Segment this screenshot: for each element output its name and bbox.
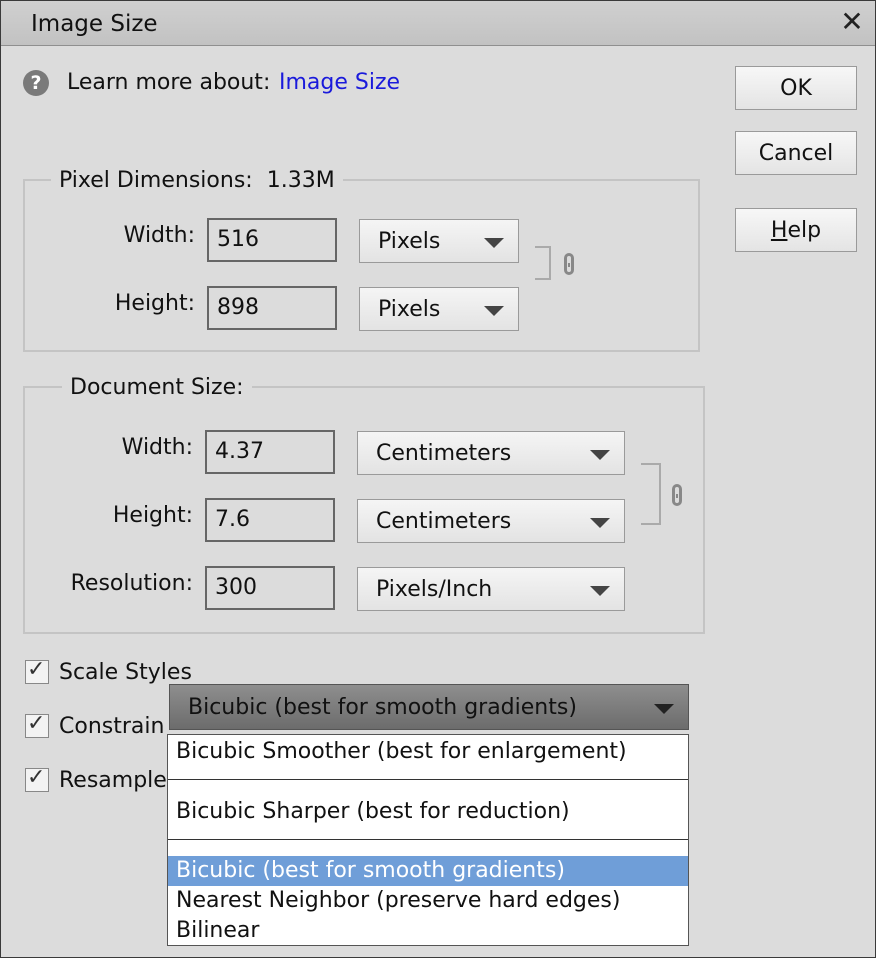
cancel-button[interactable]: Cancel [735,131,857,175]
pixel-height-field[interactable]: 898 [207,286,337,330]
document-width-unit: Centimeters [376,441,512,466]
resample-method-dropdown: Bicubic Smoother (best for enlargement) … [167,734,689,946]
chevron-down-icon [654,704,674,714]
resample-label: Resample [59,768,167,793]
document-size-label: Document Size: [62,375,252,400]
chevron-down-icon [590,518,610,528]
pixel-height-label: Height: [114,291,195,316]
chevron-down-icon [484,238,504,248]
option-bicubic[interactable]: Bicubic (best for smooth gradients) [168,856,688,886]
document-width-unit-select[interactable]: Centimeters [357,431,625,475]
option-bicubic-sharper[interactable]: Bicubic Sharper (best for reduction) [168,797,688,827]
document-width-label: Width: [121,435,193,460]
learn-more-link[interactable]: Image Size [279,70,400,95]
chain-link-icon [672,484,682,506]
constrain-checkbox[interactable]: ✓ [25,711,49,738]
document-constrain-bracket [641,463,661,525]
option-nearest-neighbor[interactable]: Nearest Neighbor (preserve hard edges) [168,886,688,916]
resolution-label: Resolution: [70,571,193,596]
pixel-dimensions-title: Pixel Dimensions: [59,168,253,193]
pixel-height-unit-select[interactable]: Pixels [359,287,519,331]
option-bilinear[interactable]: Bilinear [168,916,688,946]
image-size-dialog: Image Size ✕ ? Learn more about: Image S… [0,0,876,958]
help-button[interactable]: Help [735,208,857,252]
document-height-unit: Centimeters [376,509,512,534]
pixel-height-unit: Pixels [378,297,441,322]
resample-method-selected: Bicubic (best for smooth gradients) [188,695,577,720]
close-icon[interactable]: ✕ [839,7,865,37]
constrain-label: Constrain [59,714,165,739]
document-width-field[interactable]: 4.37 [205,430,335,474]
pixel-dimensions-label: Pixel Dimensions: 1.33M [51,168,343,193]
resolution-unit-select[interactable]: Pixels/Inch [357,567,625,611]
resolution-unit: Pixels/Inch [376,577,493,602]
resample-checkbox[interactable]: ✓ [25,765,49,792]
scale-styles-label: Scale Styles [59,660,192,685]
document-height-unit-select[interactable]: Centimeters [357,499,625,543]
dropdown-separator [168,839,688,840]
scale-styles-checkbox[interactable]: ✓ [25,657,49,684]
help-question-icon: ? [23,70,49,96]
checkmark-icon: ✓ [27,657,46,682]
document-height-label: Height: [112,503,193,528]
checkmark-icon: ✓ [27,765,46,790]
document-height-field[interactable]: 7.6 [205,498,335,542]
chevron-down-icon [590,450,610,460]
chevron-down-icon [484,306,504,316]
pixel-width-field[interactable]: 516 [207,218,337,262]
pixel-width-label: Width: [123,223,195,248]
option-bicubic-smoother[interactable]: Bicubic Smoother (best for enlargement) [168,737,688,767]
pixel-width-unit: Pixels [378,229,441,254]
resolution-field[interactable]: 300 [205,566,335,610]
checkmark-icon: ✓ [27,711,46,736]
chain-link-icon [564,253,574,275]
chevron-down-icon [590,586,610,596]
window-title: Image Size [31,11,158,37]
learn-more-text: Learn more about: [67,70,271,95]
pixel-width-unit-select[interactable]: Pixels [359,219,519,263]
pixel-dimensions-size: 1.33M [266,168,335,193]
dropdown-separator [168,779,688,780]
ok-button[interactable]: OK [735,66,857,110]
help-button-label: Help [770,218,822,243]
resample-method-select[interactable]: Bicubic (best for smooth gradients) [169,684,689,730]
pixel-constrain-bracket [535,246,551,280]
title-bar: Image Size ✕ [1,1,875,46]
